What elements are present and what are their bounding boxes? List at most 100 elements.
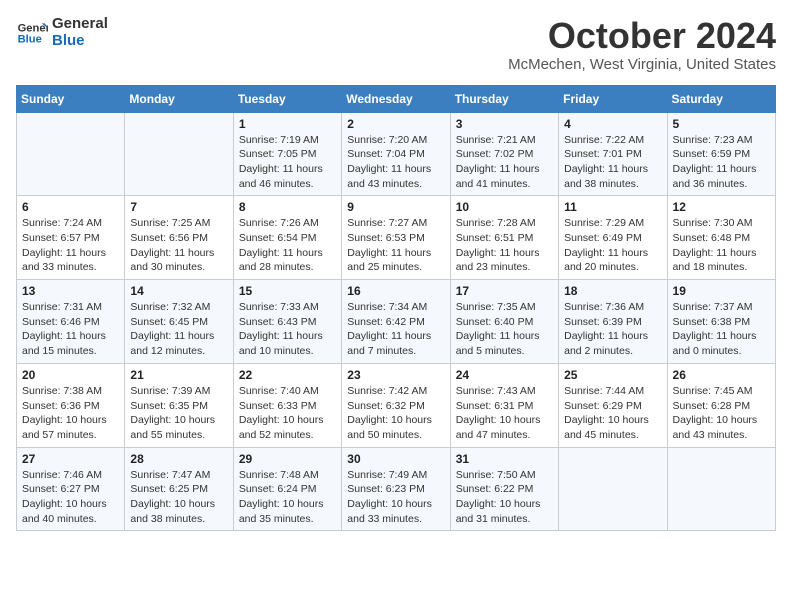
day-info: Sunrise: 7:39 AM Sunset: 6:35 PM Dayligh… [130, 384, 227, 443]
day-number: 28 [130, 452, 227, 466]
day-info: Sunrise: 7:33 AM Sunset: 6:43 PM Dayligh… [239, 300, 336, 359]
calendar-cell: 29Sunrise: 7:48 AM Sunset: 6:24 PM Dayli… [233, 447, 341, 531]
day-number: 30 [347, 452, 444, 466]
calendar-cell: 5 Sunrise: 7:23 AM Sunset: 6:59 PM Daylig… [667, 112, 775, 196]
calendar-cell: 20Sunrise: 7:38 AM Sunset: 6:36 PM Dayli… [17, 363, 125, 447]
day-info: Sunrise: 7:42 AM Sunset: 6:32 PM Dayligh… [347, 384, 444, 443]
calendar-cell: 25 Sunrise: 7:44 AM Sunset: 6:29 PM Dayli… [559, 363, 667, 447]
weekday-header-monday: Monday [125, 85, 233, 112]
day-number: 24 [456, 368, 553, 382]
logo-icon: General Blue [16, 17, 48, 49]
day-number: 18 [564, 284, 661, 298]
calendar-cell: 30Sunrise: 7:49 AM Sunset: 6:23 PM Dayli… [342, 447, 450, 531]
day-number: 13 [22, 284, 119, 298]
day-number: 11 [564, 200, 661, 214]
calendar-cell: 22 Sunrise: 7:40 AM Sunset: 6:33 PM Dayli… [233, 363, 341, 447]
day-info: Sunrise: 7:20 AM Sunset: 7:04 PM Dayligh… [347, 133, 444, 192]
day-number: 21 [130, 368, 227, 382]
day-number: 8 [239, 200, 336, 214]
day-number: 27 [22, 452, 119, 466]
day-number: 25 [564, 368, 661, 382]
weekday-header-thursday: Thursday [450, 85, 558, 112]
day-number: 10 [456, 200, 553, 214]
week-row-3: 13 Sunrise: 7:31 AM Sunset: 6:46 PM Dayli… [17, 280, 776, 364]
day-number: 22 [239, 368, 336, 382]
day-info: Sunrise: 7:37 AM Sunset: 6:38 PM Dayligh… [673, 300, 770, 359]
day-info: Sunrise: 7:35 AM Sunset: 6:40 PM Dayligh… [456, 300, 553, 359]
header: General Blue General Blue October 2024 M… [16, 16, 776, 73]
weekday-header-saturday: Saturday [667, 85, 775, 112]
day-number: 5 [673, 117, 770, 131]
day-info: Sunrise: 7:28 AM Sunset: 6:51 PM Dayligh… [456, 216, 553, 275]
calendar-cell: 17 Sunrise: 7:35 AM Sunset: 6:40 PM Dayli… [450, 280, 558, 364]
day-info: Sunrise: 7:45 AM Sunset: 6:28 PM Dayligh… [673, 384, 770, 443]
title-section: October 2024 McMechen, West Virginia, Un… [508, 16, 776, 73]
day-info: Sunrise: 7:23 AM Sunset: 6:59 PM Dayligh… [673, 133, 770, 192]
weekday-header-row: SundayMondayTuesdayWednesdayThursdayFrid… [17, 85, 776, 112]
day-info: Sunrise: 7:40 AM Sunset: 6:33 PM Dayligh… [239, 384, 336, 443]
day-number: 14 [130, 284, 227, 298]
day-number: 26 [673, 368, 770, 382]
calendar-cell: 10 Sunrise: 7:28 AM Sunset: 6:51 PM Dayli… [450, 196, 558, 280]
month-title: October 2024 [508, 16, 776, 56]
calendar-cell: 26 Sunrise: 7:45 AM Sunset: 6:28 PM Dayli… [667, 363, 775, 447]
calendar-table: SundayMondayTuesdayWednesdayThursdayFrid… [16, 85, 776, 532]
logo: General Blue General Blue [16, 16, 108, 49]
week-row-2: 6 Sunrise: 7:24 AM Sunset: 6:57 PM Daylig… [17, 196, 776, 280]
day-number: 16 [347, 284, 444, 298]
calendar-cell: 1 Sunrise: 7:19 AM Sunset: 7:05 PM Daylig… [233, 112, 341, 196]
day-info: Sunrise: 7:50 AM Sunset: 6:22 PM Dayligh… [456, 468, 553, 527]
weekday-header-sunday: Sunday [17, 85, 125, 112]
day-info: Sunrise: 7:19 AM Sunset: 7:05 PM Dayligh… [239, 133, 336, 192]
day-info: Sunrise: 7:34 AM Sunset: 6:42 PM Dayligh… [347, 300, 444, 359]
calendar-cell: 16 Sunrise: 7:34 AM Sunset: 6:42 PM Dayli… [342, 280, 450, 364]
day-number: 31 [456, 452, 553, 466]
svg-text:Blue: Blue [18, 33, 42, 45]
day-number: 4 [564, 117, 661, 131]
day-info: Sunrise: 7:48 AM Sunset: 6:24 PM Dayligh… [239, 468, 336, 527]
calendar-cell: 24 Sunrise: 7:43 AM Sunset: 6:31 PM Dayli… [450, 363, 558, 447]
calendar-cell: 31 Sunrise: 7:50 AM Sunset: 6:22 PM Dayli… [450, 447, 558, 531]
calendar-cell: 6 Sunrise: 7:24 AM Sunset: 6:57 PM Daylig… [17, 196, 125, 280]
calendar-cell: 9Sunrise: 7:27 AM Sunset: 6:53 PM Daylig… [342, 196, 450, 280]
calendar-cell: 7 Sunrise: 7:25 AM Sunset: 6:56 PM Daylig… [125, 196, 233, 280]
calendar-cell: 2Sunrise: 7:20 AM Sunset: 7:04 PM Daylig… [342, 112, 450, 196]
day-info: Sunrise: 7:46 AM Sunset: 6:27 PM Dayligh… [22, 468, 119, 527]
day-number: 6 [22, 200, 119, 214]
weekday-header-tuesday: Tuesday [233, 85, 341, 112]
day-info: Sunrise: 7:25 AM Sunset: 6:56 PM Dayligh… [130, 216, 227, 275]
calendar-cell: 23 Sunrise: 7:42 AM Sunset: 6:32 PM Dayli… [342, 363, 450, 447]
day-number: 20 [22, 368, 119, 382]
calendar-cell: 4 Sunrise: 7:22 AM Sunset: 7:01 PM Daylig… [559, 112, 667, 196]
calendar-cell: 27 Sunrise: 7:46 AM Sunset: 6:27 PM Dayli… [17, 447, 125, 531]
week-row-1: 1 Sunrise: 7:19 AM Sunset: 7:05 PM Daylig… [17, 112, 776, 196]
day-info: Sunrise: 7:30 AM Sunset: 6:48 PM Dayligh… [673, 216, 770, 275]
calendar-cell: 15 Sunrise: 7:33 AM Sunset: 6:43 PM Dayli… [233, 280, 341, 364]
day-info: Sunrise: 7:31 AM Sunset: 6:46 PM Dayligh… [22, 300, 119, 359]
day-number: 9 [347, 200, 444, 214]
logo-general: General [52, 16, 108, 33]
day-info: Sunrise: 7:47 AM Sunset: 6:25 PM Dayligh… [130, 468, 227, 527]
day-info: Sunrise: 7:36 AM Sunset: 6:39 PM Dayligh… [564, 300, 661, 359]
weekday-header-wednesday: Wednesday [342, 85, 450, 112]
day-number: 17 [456, 284, 553, 298]
day-info: Sunrise: 7:29 AM Sunset: 6:49 PM Dayligh… [564, 216, 661, 275]
day-number: 23 [347, 368, 444, 382]
calendar-cell: 3Sunrise: 7:21 AM Sunset: 7:02 PM Daylig… [450, 112, 558, 196]
calendar-cell [559, 447, 667, 531]
day-number: 1 [239, 117, 336, 131]
day-number: 7 [130, 200, 227, 214]
day-info: Sunrise: 7:43 AM Sunset: 6:31 PM Dayligh… [456, 384, 553, 443]
day-info: Sunrise: 7:24 AM Sunset: 6:57 PM Dayligh… [22, 216, 119, 275]
day-info: Sunrise: 7:21 AM Sunset: 7:02 PM Dayligh… [456, 133, 553, 192]
calendar-cell [125, 112, 233, 196]
day-info: Sunrise: 7:44 AM Sunset: 6:29 PM Dayligh… [564, 384, 661, 443]
calendar-cell [17, 112, 125, 196]
calendar-cell: 21 Sunrise: 7:39 AM Sunset: 6:35 PM Dayli… [125, 363, 233, 447]
day-number: 15 [239, 284, 336, 298]
calendar-cell: 12 Sunrise: 7:30 AM Sunset: 6:48 PM Dayli… [667, 196, 775, 280]
day-number: 12 [673, 200, 770, 214]
week-row-5: 27 Sunrise: 7:46 AM Sunset: 6:27 PM Dayli… [17, 447, 776, 531]
day-info: Sunrise: 7:22 AM Sunset: 7:01 PM Dayligh… [564, 133, 661, 192]
calendar-cell [667, 447, 775, 531]
